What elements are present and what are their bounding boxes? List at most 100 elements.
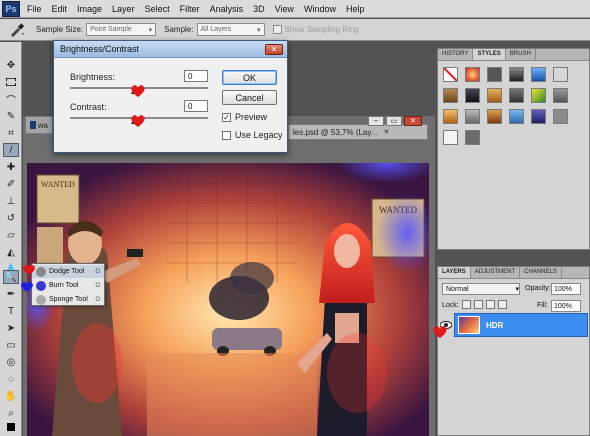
quick-selection-tool-icon[interactable]: ✎ [3,109,19,123]
style-swatch[interactable] [509,67,524,82]
menu-layer[interactable]: Layer [107,4,140,14]
lock-transparency-icon[interactable] [462,300,471,309]
tool-preset-picker[interactable] [6,21,28,39]
brightness-input[interactable]: 0 [184,70,208,82]
marquee-tool-icon[interactable] [3,75,19,89]
zoom-tool-icon[interactable]: ⌕ [3,406,19,420]
preview-checkbox[interactable]: ✓ [222,113,231,122]
tab-styles[interactable]: STYLES [473,49,506,60]
dialog-close-button[interactable]: ✕ [265,44,283,55]
style-swatch[interactable] [443,109,458,124]
tab-layers[interactable]: LAYERS [438,267,471,278]
dodge-tool-icon[interactable]: 🔍 [3,270,19,284]
brush-tool-icon[interactable]: ✐ [3,177,19,191]
style-swatch[interactable] [465,88,480,103]
show-sampling-ring-label: Show Sampling Ring [284,25,359,34]
use-legacy-checkbox[interactable] [222,131,231,140]
3d-rotate-tool-icon[interactable]: ◎ [3,355,19,369]
menu-view[interactable]: View [270,4,299,14]
tab-brush[interactable]: BRUSH [506,49,536,60]
menu-select[interactable]: Select [140,4,175,14]
flyout-burn-tool[interactable]: Burn Tool O [32,279,104,292]
tab-adjustment[interactable]: ADJUSTMENT [471,267,521,278]
menu-edit[interactable]: Edit [47,4,73,14]
sample-size-select[interactable]: Point Sample ▾ [86,23,157,36]
opacity-value: 100% [554,285,572,293]
style-swatch[interactable] [553,67,568,82]
paint-bucket-tool-icon[interactable]: ◭ [3,245,19,259]
hand-tool-icon[interactable]: ✋ [3,389,19,403]
tab-channels[interactable]: CHANNELS [520,267,562,278]
sample-select[interactable]: All Layers ▾ [196,23,265,36]
style-swatch[interactable] [443,130,458,145]
lock-position-icon[interactable] [486,300,495,309]
restore-icon[interactable]: ▭ [386,116,402,126]
red-heart-marker-icon [433,326,447,338]
3d-orbit-tool-icon[interactable]: ◌ [3,372,19,386]
cancel-button[interactable]: Cancel [222,90,277,105]
menu-3d[interactable]: 3D [248,4,270,14]
dialog-titlebar[interactable]: Brightness/Contrast [54,41,287,58]
style-swatch[interactable] [443,88,458,103]
contrast-input[interactable]: 0 [184,100,208,112]
menu-window[interactable]: Window [299,4,341,14]
menu-file[interactable]: File [22,4,47,14]
burn-icon [36,280,46,291]
style-swatch[interactable] [465,130,480,145]
fill-input[interactable]: 100% [551,300,581,312]
document-icon [30,121,36,129]
blue-heart-marker-icon [21,281,33,292]
close-window-icon[interactable]: ✕ [404,116,422,126]
menu-analysis[interactable]: Analysis [205,4,249,14]
path-selection-tool-icon[interactable]: ➤ [3,321,19,335]
healing-brush-tool-icon[interactable]: ✚ [3,160,19,174]
opacity-input[interactable]: 100% [551,283,581,295]
menu-filter[interactable]: Filter [175,4,205,14]
style-swatch[interactable] [487,109,502,124]
clone-stamp-tool-icon[interactable]: ⊥ [3,194,19,208]
lock-pixels-icon[interactable] [474,300,483,309]
style-swatch[interactable] [465,109,480,124]
style-swatch[interactable] [487,67,502,82]
ok-button[interactable]: OK [222,70,277,85]
style-swatch[interactable] [531,88,546,103]
history-brush-tool-icon[interactable]: ↺ [3,211,19,225]
menu-image[interactable]: Image [72,4,107,14]
pen-tool-icon[interactable]: ✒ [3,287,19,301]
type-tool-icon[interactable]: T [3,304,19,318]
dodge-tool-flyout: Dodge Tool O Burn Tool O Sponge Tool O [31,263,105,306]
flyout-item-label: Burn Tool [49,282,79,289]
style-swatch[interactable] [531,109,546,124]
layer-row-hdr[interactable]: HDR [454,313,588,337]
flyout-sponge-tool[interactable]: Sponge Tool O [32,293,104,306]
style-swatch[interactable] [553,109,568,124]
tab-history[interactable]: HISTORY [438,49,474,60]
sample-size-value: Point Sample [90,26,132,33]
document-tab-les[interactable]: les.psd @ 53,7% (Lay... ✕ [288,124,428,140]
style-swatch[interactable] [487,88,502,103]
sponge-icon [36,294,46,305]
lock-all-icon[interactable] [498,300,507,309]
close-icon[interactable]: ✕ [383,128,389,136]
style-swatch[interactable] [465,67,480,82]
flyout-dodge-tool[interactable]: Dodge Tool O [32,265,104,278]
eyedropper-tool-icon[interactable]: / [3,143,19,157]
layers-panel: LAYERS ADJUSTMENT CHANNELS Normal ▾ Opac… [437,266,590,436]
style-swatch[interactable] [553,88,568,103]
style-swatch[interactable] [531,67,546,82]
crop-tool-icon[interactable]: ⌗ [3,126,19,140]
eraser-tool-icon[interactable]: ▱ [3,228,19,242]
tools-panel: ✥ ⌒ ✎ ⌗ / ✚ ✐ ⊥ ↺ ▱ ◭ 💧 🔍 ✒ T ➤ ▭ ◎ ◌ ✋ … [0,42,22,436]
lasso-tool-icon[interactable]: ⌒ [3,92,19,107]
blend-mode-select[interactable]: Normal ▾ [442,283,520,295]
shape-tool-icon[interactable]: ▭ [3,338,19,352]
document-tab-wa[interactable]: wa [25,116,53,134]
color-swatches-icon[interactable] [3,420,19,434]
show-sampling-ring-checkbox[interactable] [272,25,282,34]
move-tool-icon[interactable]: ✥ [3,58,19,72]
style-swatch[interactable] [509,109,524,124]
style-swatch-none[interactable] [443,67,458,82]
minimize-icon[interactable]: – [368,116,384,126]
menu-help[interactable]: Help [341,4,370,14]
style-swatch[interactable] [509,88,524,103]
